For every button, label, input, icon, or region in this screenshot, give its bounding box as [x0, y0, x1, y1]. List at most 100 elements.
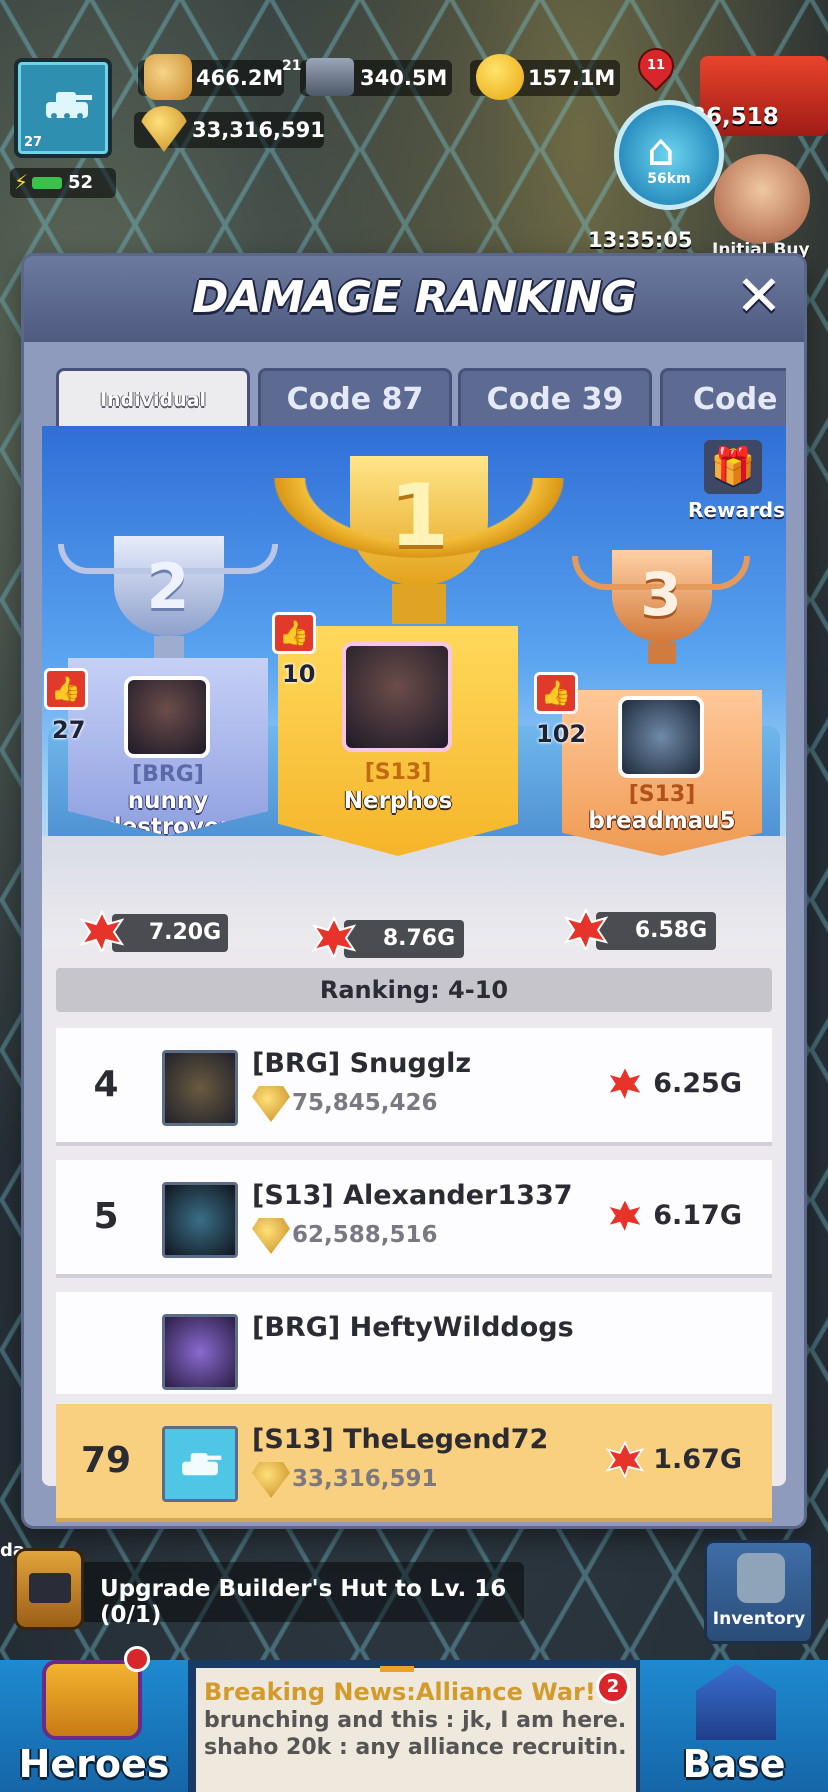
- bronze-trophy: 3: [566, 550, 756, 680]
- tab-individual-ranking[interactable]: Individual Ranking: [56, 368, 250, 428]
- row-name: [S13] Alexander1337: [252, 1180, 573, 1211]
- ranking-row[interactable]: [BRG] HeftyWilddogs: [56, 1292, 772, 1394]
- steel-value: 340.5M: [360, 66, 448, 90]
- inventory-button[interactable]: Inventory: [704, 1540, 814, 1644]
- tab-code-87[interactable]: Code 87: [258, 368, 452, 428]
- my-power: 33,316,591: [292, 1466, 438, 1492]
- silver-trophy: 2: [58, 536, 278, 666]
- row-avatar[interactable]: [162, 1050, 238, 1126]
- gift-icon: 🎁: [704, 440, 762, 494]
- home-distance: 56km: [647, 171, 691, 187]
- crown-icon: [42, 1660, 142, 1740]
- gold-resource[interactable]: 157.1M: [470, 54, 620, 100]
- row-power: 62,588,516: [292, 1222, 438, 1248]
- home-button[interactable]: ⌂ 56km: [614, 100, 724, 210]
- base-building-icon: [696, 1664, 776, 1740]
- steel-resource[interactable]: 21 340.5M: [282, 58, 452, 96]
- rewards-button[interactable]: 🎁 Rewards: [688, 440, 785, 526]
- second-place-avatar[interactable]: [124, 676, 210, 758]
- ranking-list[interactable]: 4 [BRG] Snugglz 75,845,426 6.25G 5 [S13]…: [56, 1028, 772, 1394]
- ranking-row[interactable]: 4 [BRG] Snugglz 75,845,426 6.25G: [56, 1028, 772, 1146]
- third-place-tag: [S13]: [628, 782, 696, 807]
- row-avatar[interactable]: [162, 1182, 238, 1258]
- tab-code-39[interactable]: Code 39: [458, 368, 652, 428]
- base-label: Base: [682, 1742, 786, 1786]
- player-avatar[interactable]: 27: [14, 58, 112, 158]
- food-resource[interactable]: 466.2M: [138, 54, 284, 100]
- tab-bar: Individual Ranking Code 87 Code 39 Code …: [56, 368, 786, 428]
- third-place-avatar[interactable]: [618, 696, 704, 778]
- news-handle: [380, 1666, 414, 1672]
- thumbs-up-icon: 👍: [541, 679, 571, 707]
- energy-meter[interactable]: ⚡ 52: [10, 168, 116, 198]
- modal-header: DAMAGE RANKING ✕: [24, 256, 804, 342]
- row-avatar[interactable]: [162, 1314, 238, 1390]
- bread-icon: [144, 54, 192, 100]
- damage-ranking-modal: DAMAGE RANKING ✕ Individual Ranking Code…: [24, 256, 804, 1526]
- blast-icon: [606, 1196, 644, 1234]
- first-place-number: 1: [389, 466, 449, 566]
- initial-buy-portrait[interactable]: [714, 154, 810, 244]
- heroes-button[interactable]: Heroes: [0, 1646, 188, 1792]
- quest-text: Upgrade Builder's Hut to Lv. 16 (0/1): [100, 1576, 507, 1628]
- radio-icon[interactable]: [14, 1548, 84, 1630]
- quest-banner[interactable]: Upgrade Builder's Hut to Lv. 16 (0/1): [20, 1562, 524, 1628]
- first-place-name: Nerphos: [343, 788, 453, 814]
- second-place-tag: [BRG]: [132, 762, 204, 787]
- third-place-damage: 6.58G: [564, 908, 716, 950]
- ranking-row[interactable]: 5 [S13] Alexander1337 62,588,516 6.17G: [56, 1160, 772, 1278]
- first-place-damage-value: 8.76G: [382, 926, 456, 951]
- heroes-notification-dot: [124, 1646, 150, 1672]
- shield-medal-icon: [252, 1218, 290, 1254]
- news-ticker[interactable]: Breaking News:Alliance War! brunching an…: [196, 1668, 636, 1792]
- shield-medal-icon: [252, 1462, 290, 1498]
- shield-medal-icon: [252, 1086, 290, 1122]
- bag-icon: [737, 1553, 785, 1603]
- first-place-damage: 8.76G: [312, 916, 464, 958]
- row-rank: 4: [93, 1064, 119, 1105]
- coin-icon: [476, 54, 524, 100]
- third-place-like-button[interactable]: 👍: [534, 672, 578, 714]
- first-place-avatar[interactable]: [342, 642, 452, 752]
- my-ranking-row[interactable]: 79 [S13] TheLegend72 33,316,591 1.67G: [56, 1404, 772, 1522]
- my-rank: 79: [80, 1440, 132, 1481]
- inventory-label: Inventory: [712, 1609, 806, 1629]
- base-button[interactable]: Base: [640, 1660, 828, 1792]
- gold-trophy: 1: [274, 452, 564, 632]
- second-place-like-button[interactable]: 👍: [44, 668, 88, 710]
- power-value: 33,316,591: [192, 118, 325, 142]
- home-icon: ⌂: [647, 125, 675, 176]
- tab-code-6[interactable]: Code 6: [660, 368, 786, 428]
- map-pin-count: 11: [646, 58, 666, 73]
- first-place-like-button[interactable]: 👍: [272, 612, 316, 654]
- rewards-label: Rewards: [688, 498, 786, 522]
- blast-icon: [606, 1064, 644, 1102]
- radio-screen: [29, 1573, 71, 1603]
- podium: 🎁 Rewards 2 [BRG] nunny destroyer 👍 27 1…: [42, 426, 786, 958]
- steel-icon: [306, 58, 354, 96]
- second-place-number: 2: [146, 550, 190, 623]
- blast-icon: [564, 908, 608, 950]
- third-place-number: 3: [640, 560, 682, 630]
- blast-icon: [312, 916, 356, 958]
- blast-icon: [80, 910, 124, 952]
- row-damage: 6.17G: [653, 1200, 742, 1231]
- third-place-damage-value: 6.58G: [634, 918, 708, 943]
- food-value: 466.2M: [196, 66, 284, 90]
- gold-stem: [392, 584, 446, 624]
- thumbs-up-icon: 👍: [51, 675, 81, 703]
- second-place-likes: 27: [52, 716, 86, 744]
- row-power: 75,845,426: [292, 1090, 438, 1116]
- medal-icon: [140, 106, 188, 152]
- first-place-tag: [S13]: [364, 760, 432, 785]
- close-icon[interactable]: ✕: [730, 269, 788, 328]
- news-line: brunching and this : jk, I am here...: [204, 1708, 628, 1733]
- tank-icon: [182, 1453, 222, 1476]
- news-headline: Breaking News:Alliance War!: [204, 1678, 596, 1706]
- bolt-icon: ⚡: [14, 170, 29, 194]
- first-place-likes: 10: [282, 660, 316, 688]
- my-avatar[interactable]: [162, 1426, 238, 1502]
- my-name: [S13] TheLegend72: [252, 1424, 549, 1455]
- event-timer: 13:35:05: [588, 228, 693, 252]
- blast-icon: [606, 1440, 644, 1478]
